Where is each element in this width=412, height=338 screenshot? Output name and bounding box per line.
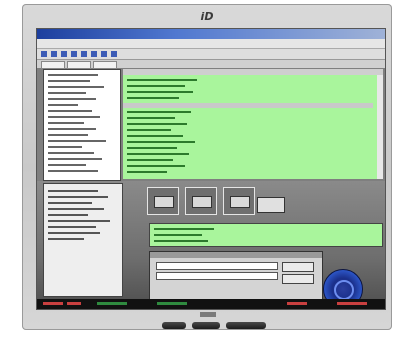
dialog-title: [150, 252, 322, 258]
toolbar-button[interactable]: [111, 51, 117, 57]
status-segment: [337, 302, 367, 305]
list-item[interactable]: [127, 117, 175, 119]
toolbar-button[interactable]: [101, 51, 107, 57]
vertical-scrollbar[interactable]: [377, 75, 383, 179]
detail-line: [48, 208, 104, 210]
list-item[interactable]: [154, 234, 202, 236]
tree-item[interactable]: [48, 128, 96, 130]
dialog-field[interactable]: [156, 262, 278, 270]
details-panel[interactable]: [43, 183, 123, 297]
list-item[interactable]: [127, 159, 173, 161]
option-button[interactable]: [192, 196, 212, 208]
list-item[interactable]: [154, 240, 208, 242]
option-group: [223, 187, 255, 215]
tree-item[interactable]: [48, 110, 92, 112]
menu-bar[interactable]: [37, 39, 385, 49]
dialog-box: [149, 251, 323, 305]
detail-line: [48, 190, 98, 192]
tree-item[interactable]: [48, 146, 82, 148]
option-group: [147, 187, 179, 215]
toolbar: [37, 49, 385, 60]
monitor-screen: [36, 28, 386, 310]
detail-line: [48, 202, 92, 204]
list-item[interactable]: [127, 165, 185, 167]
selected-row[interactable]: [123, 103, 373, 108]
chin-label: [200, 312, 216, 317]
toolbar-button[interactable]: [71, 51, 77, 57]
lower-panel: [37, 181, 385, 309]
tab[interactable]: [67, 61, 91, 69]
toolbar-button[interactable]: [91, 51, 97, 57]
list-item[interactable]: [127, 135, 183, 137]
detail-line: [48, 214, 88, 216]
list-item[interactable]: [127, 153, 189, 155]
tree-item[interactable]: [48, 80, 90, 82]
list-item[interactable]: [127, 85, 185, 87]
window-titlebar: [37, 29, 385, 39]
status-segment: [287, 302, 307, 305]
detail-line: [48, 196, 108, 198]
tree-item[interactable]: [48, 140, 106, 142]
power-button-icon[interactable]: [226, 322, 266, 329]
tab-strip: [37, 60, 385, 69]
status-segment: [43, 302, 63, 305]
dialog-button[interactable]: [282, 274, 314, 284]
tab[interactable]: [93, 61, 117, 69]
list-item[interactable]: [127, 129, 171, 131]
dialog-button[interactable]: [282, 262, 314, 272]
tree-item[interactable]: [48, 74, 98, 76]
dialog-field[interactable]: [156, 272, 278, 280]
list-item[interactable]: [154, 228, 214, 230]
detail-line: [48, 220, 110, 222]
list-item[interactable]: [127, 111, 191, 113]
status-segment: [157, 302, 187, 305]
detail-line: [48, 238, 84, 240]
folder-tree-panel[interactable]: [43, 69, 121, 181]
tree-item[interactable]: [48, 170, 98, 172]
list-item[interactable]: [127, 97, 179, 99]
list-item[interactable]: [127, 141, 195, 143]
detail-line: [48, 232, 100, 234]
option-button[interactable]: [230, 196, 250, 208]
list-item[interactable]: [127, 171, 167, 173]
list-item[interactable]: [127, 79, 197, 81]
toolbar-button[interactable]: [61, 51, 67, 57]
file-list[interactable]: [123, 75, 383, 179]
detail-line: [48, 226, 96, 228]
monitor-adjust-button[interactable]: [192, 322, 220, 329]
list-item[interactable]: [127, 147, 177, 149]
toolbar-button[interactable]: [51, 51, 57, 57]
status-segment: [67, 302, 81, 305]
tree-item[interactable]: [48, 86, 104, 88]
tree-item[interactable]: [48, 134, 88, 136]
tree-item[interactable]: [48, 152, 94, 154]
results-list[interactable]: [149, 223, 383, 247]
status-bar: [37, 299, 385, 309]
disc-ring: [334, 280, 354, 300]
tree-item[interactable]: [48, 98, 96, 100]
tree-item[interactable]: [48, 92, 86, 94]
tab[interactable]: [41, 61, 65, 69]
toolbar-button[interactable]: [41, 51, 47, 57]
tree-item[interactable]: [48, 104, 78, 106]
tree-item[interactable]: [48, 116, 100, 118]
option-button[interactable]: [154, 196, 174, 208]
tree-item[interactable]: [48, 158, 102, 160]
brand-logo-icon: iD: [200, 10, 214, 23]
list-item[interactable]: [127, 123, 187, 125]
status-segment: [97, 302, 127, 305]
monitor-menu-button[interactable]: [162, 322, 186, 329]
tree-item[interactable]: [48, 164, 86, 166]
tree-item[interactable]: [48, 122, 84, 124]
option-group: [185, 187, 217, 215]
action-button[interactable]: [257, 197, 285, 213]
list-item[interactable]: [127, 91, 193, 93]
toolbar-button[interactable]: [81, 51, 87, 57]
